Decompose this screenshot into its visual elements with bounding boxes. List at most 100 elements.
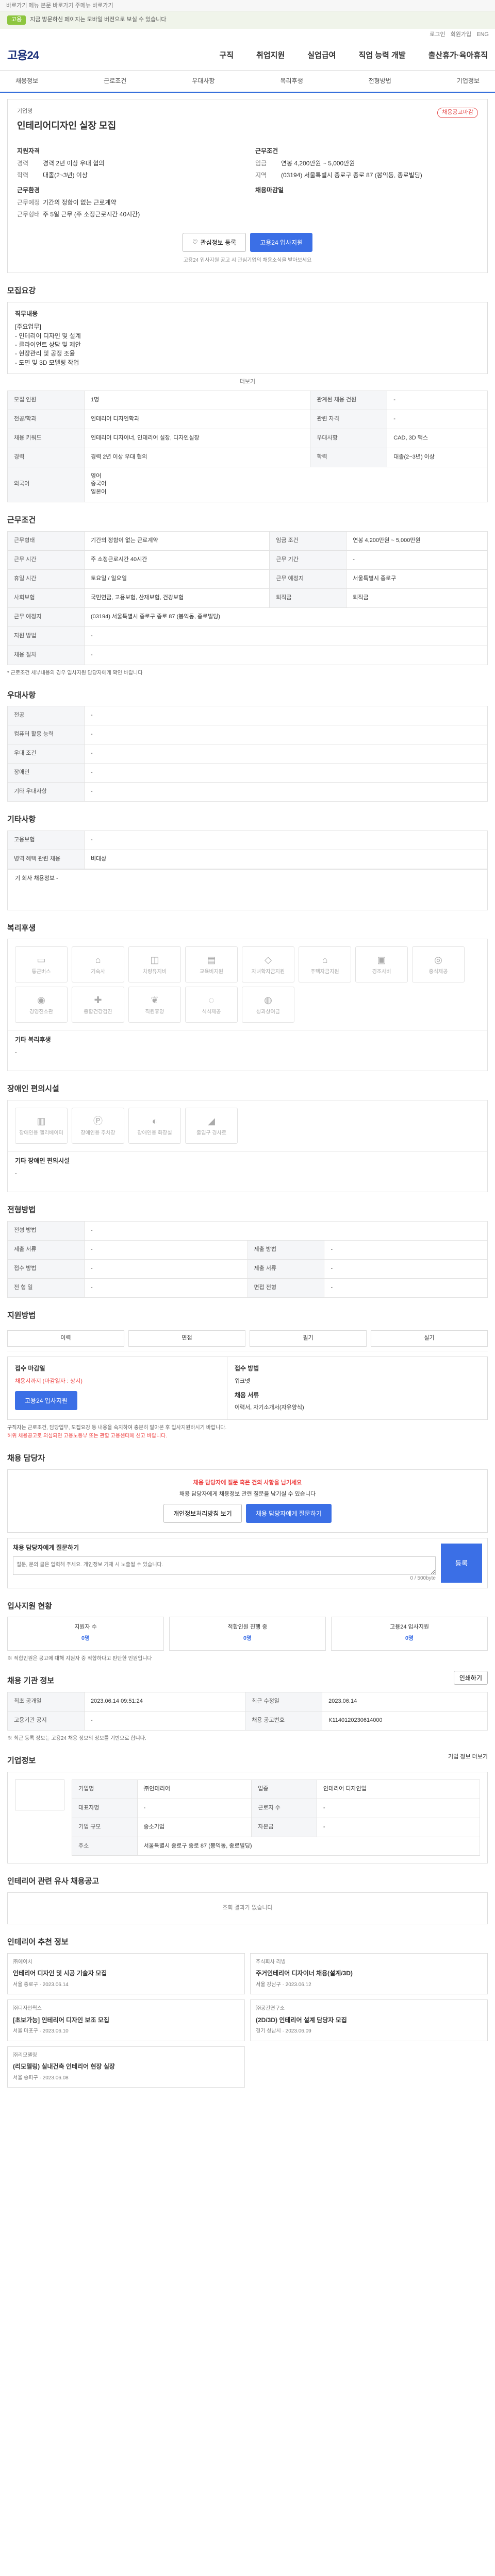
th: 모집 인원 bbox=[7, 390, 85, 410]
td: 경력 2년 이상 우대 협의 bbox=[84, 447, 311, 467]
td: 중소기업 bbox=[137, 1817, 252, 1837]
th: 제출 방법 bbox=[247, 1240, 325, 1260]
welfare-item: ⌂ 주택자금지원 bbox=[299, 946, 351, 983]
ask-button[interactable]: 채용 담당자에게 질문하기 bbox=[245, 1503, 332, 1523]
similar-empty: 조회 결과가 없습니다 bbox=[7, 1892, 488, 1925]
gift-icon: ▣ bbox=[377, 955, 386, 965]
submit-button[interactable]: 등록 bbox=[441, 1543, 482, 1583]
tab[interactable]: 근로조건 bbox=[104, 77, 126, 86]
label: 성과상여금 bbox=[256, 1009, 280, 1015]
requirements-table: 모집 인원 1명 관계된 채용 건원 - 전공/학과 인테리어 디자인학과 관련 자격 - … bbox=[7, 390, 488, 503]
summary-line: - 도면 및 3D 모델링 작업 bbox=[15, 359, 79, 366]
info-note: ※ 최근 등록 정보는 고용24 채용 정보의 정보를 기반으로 합니다. bbox=[7, 1735, 146, 1741]
step: 이력 bbox=[7, 1330, 124, 1347]
job-header-card: 채용공고마감 기업명 인테리어디자인 실장 모집 지원자격 경력 경력 2년 이상… bbox=[7, 99, 488, 274]
th: 면접 전형 bbox=[247, 1278, 325, 1298]
td: - bbox=[84, 830, 488, 850]
company-table: 기업명 ㈜인테리어 업종 인테리어 디자인업 대표자명 - 근로자 수- 기업 규모 중소기… bbox=[72, 1779, 481, 1856]
site-logo[interactable]: 고용24 bbox=[7, 47, 39, 64]
section-title: 입사지원 현황 bbox=[7, 1601, 52, 1611]
summary-line: - 인테리어 디자인 및 설계 bbox=[15, 332, 81, 340]
job-title: 인테리어디자인 실장 모집 bbox=[17, 121, 117, 131]
recommend-list: ㈜에이치 인테리어 디자인 및 시공 기술자 모집 서울 종로구 · 2023.06… bbox=[7, 1953, 488, 2088]
step: 필기 bbox=[250, 1330, 367, 1347]
th: 사회보험 bbox=[7, 588, 85, 608]
meal-icon: ◎ bbox=[434, 955, 442, 965]
label: 지원자 수 bbox=[74, 1624, 97, 1631]
tab[interactable]: 우대사항 bbox=[192, 77, 214, 86]
apply-button-2[interactable]: 고용24 입사지원 bbox=[15, 1391, 77, 1410]
summary-box: 직무내용 [주요업무] - 인테리어 디자인 및 설계 - 클라이언트 상담 및… bbox=[7, 301, 488, 374]
th: 최초 공개일 bbox=[7, 1692, 85, 1712]
tab[interactable]: 전형방법 bbox=[369, 77, 391, 86]
welfare-item: ❦ 직원휴양 bbox=[128, 987, 181, 1023]
recommend-card[interactable]: ㈜리모델링 (리모델링) 실내건축 인테리어 현장 실장 서울 송파구 · 2023… bbox=[7, 2046, 245, 2088]
label: 장애인용 주차장 bbox=[80, 1130, 116, 1137]
th: 기업 규모 bbox=[72, 1817, 138, 1837]
value: (03194) 서울특별시 종로구 종로 87 (봉익동, 종로빌딩) bbox=[281, 172, 422, 179]
tab[interactable]: 채용정보 bbox=[15, 77, 38, 86]
td: 기간의 정함이 없는 근로계약 bbox=[84, 531, 270, 551]
rec-meta: 서울 송파구 · 2023.06.08 bbox=[13, 2075, 69, 2081]
privacy-button[interactable]: 개인정보처리방침 보기 bbox=[163, 1503, 242, 1523]
value: 0명 bbox=[405, 1635, 414, 1642]
td: - bbox=[84, 1259, 248, 1279]
scrap-label: 관심정보 등록 bbox=[200, 239, 237, 246]
nav-item[interactable]: 취업지원 bbox=[256, 50, 285, 61]
info-table: 최초 공개일 2023.06.14 09:51:24 최근 수정일 2023.06.1… bbox=[7, 1692, 488, 1731]
td: 국민연금, 고용보험, 산재보험, 건강보험 bbox=[84, 588, 270, 608]
stats-note: ※ 적합인원은 공고에 대해 지원자 중 적합하다고 판단한 인원입니다 bbox=[7, 1656, 152, 1662]
stat-card: 적합인원 진행 중 0명 bbox=[169, 1617, 326, 1651]
value: - bbox=[15, 1049, 17, 1056]
more-link[interactable]: 더보기 bbox=[7, 378, 488, 386]
recommend-card[interactable]: ㈜공간연구소 (2D/3D) 인테리어 설계 담당자 모집 경기 성남시 · 202… bbox=[250, 1999, 488, 2041]
section-title: 근무조건 bbox=[7, 516, 36, 525]
rec-company: ㈜리모델링 bbox=[13, 2052, 37, 2058]
tab[interactable]: 복리후생 bbox=[280, 77, 303, 86]
th: 전 형 일 bbox=[7, 1278, 85, 1298]
recommend-card[interactable]: 주식회사 리빙 주거인테리어 디자이너 채용(설계/3D) 서울 강남구 · 202… bbox=[250, 1953, 488, 1995]
parking-icon: Ⓟ bbox=[93, 1115, 103, 1126]
rec-company: ㈜에이치 bbox=[13, 1959, 32, 1965]
nav-item[interactable]: 실업급여 bbox=[307, 50, 336, 61]
section-title: 기타사항 bbox=[7, 815, 36, 824]
rec-meta: 서울 강남구 · 2023.06.12 bbox=[256, 1981, 311, 1988]
td: 토요일 / 일요일 bbox=[84, 569, 270, 589]
company-name: 기업명 bbox=[17, 108, 33, 115]
notice-text: 지금 방문하신 페이지는 모바일 버전으로 보실 수 있습니다 bbox=[30, 16, 167, 23]
th: 근무 기간 bbox=[269, 550, 347, 570]
recommend-card[interactable]: ㈜에이치 인테리어 디자인 및 시공 기술자 모집 서울 종로구 · 2023.06… bbox=[7, 1953, 245, 1995]
apply-button[interactable]: 고용24 입사지원 bbox=[250, 232, 313, 252]
lang: 영어 bbox=[90, 472, 102, 479]
scrap-button[interactable]: ♡ 관심정보 등록 bbox=[182, 232, 246, 252]
step: 실기 bbox=[371, 1330, 488, 1347]
th: 접수 방법 bbox=[7, 1259, 85, 1279]
td: 2023.06.14 09:51:24 bbox=[84, 1692, 246, 1712]
recommend-card[interactable]: ㈜디자인웍스 [초보가능] 인테리어 디자인 보조 모집 서울 마포구 · 2023… bbox=[7, 1999, 245, 2041]
company-more-link[interactable]: 기업 정보 더보기 bbox=[448, 1753, 488, 1761]
lang: 중국어 bbox=[90, 481, 107, 487]
nav-item[interactable]: 출산휴가·육아휴직 bbox=[428, 50, 488, 61]
note: 허위 채용공고로 의심되면 고용노동부 또는 관할 고용센터에 신고 바랍니다. bbox=[7, 1433, 168, 1439]
value: 기간의 정함이 없는 근로계약 bbox=[43, 198, 117, 206]
nav-item[interactable]: 직업 능력 개발 bbox=[358, 50, 405, 61]
label: 고용24 입사지원 bbox=[389, 1624, 429, 1631]
th: 채용 키워드 bbox=[7, 428, 85, 448]
welfare-item: ◇ 자녀학자금지원 bbox=[242, 946, 294, 983]
signup-link[interactable]: 회원가입 bbox=[451, 31, 471, 39]
th: 관련 자격 bbox=[310, 409, 388, 429]
th: 장애인 bbox=[7, 763, 85, 783]
notice-pill: 고용 bbox=[7, 15, 26, 25]
nav-item[interactable]: 구직 bbox=[219, 50, 234, 61]
login-link[interactable]: 로그인 bbox=[430, 31, 445, 39]
english-link[interactable]: ENG bbox=[476, 31, 489, 39]
tab[interactable]: 기업정보 bbox=[457, 77, 480, 86]
welfare-item: ⌂ 기숙사 bbox=[72, 946, 124, 983]
th: 병역 혜택 관련 채용 bbox=[7, 849, 85, 869]
print-button[interactable]: 인쇄하기 bbox=[453, 1670, 488, 1685]
qna-textarea[interactable] bbox=[13, 1556, 436, 1575]
welfare-item: ◫ 차량유지비 bbox=[128, 946, 181, 983]
rec-meta: 경기 성남시 · 2023.06.09 bbox=[256, 2028, 311, 2035]
th: 우대 조건 bbox=[7, 744, 85, 764]
td: - bbox=[137, 1798, 252, 1818]
